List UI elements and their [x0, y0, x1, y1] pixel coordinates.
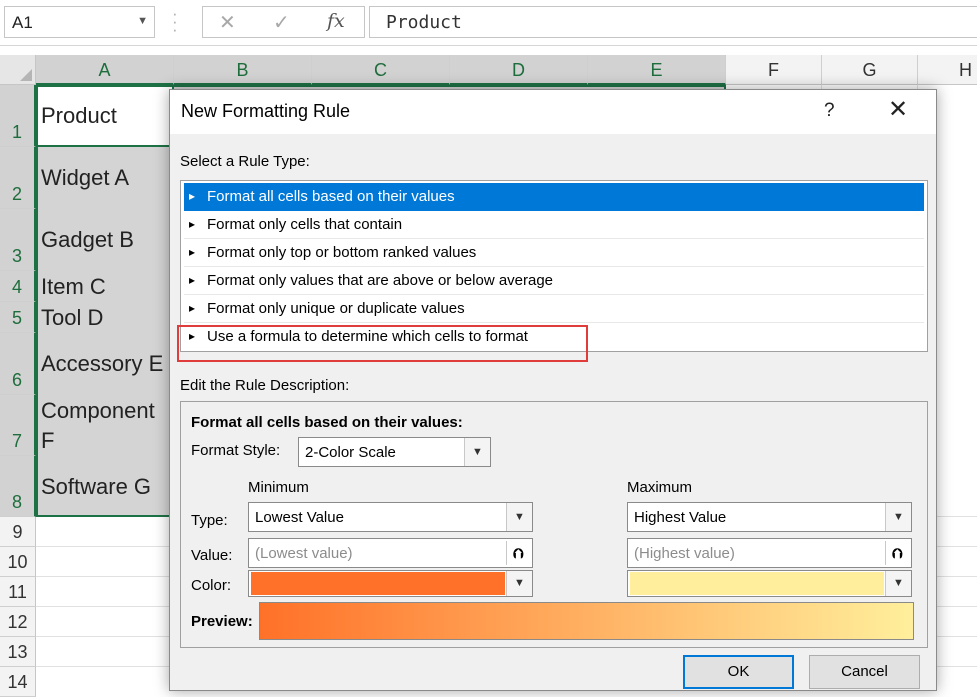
color-label: Color: — [191, 577, 232, 594]
chevron-down-icon[interactable]: ▼ — [885, 571, 911, 596]
name-box[interactable]: A1 ▼ — [4, 6, 155, 38]
row-header-8[interactable]: 8 — [0, 456, 36, 517]
select-all-corner[interactable] — [0, 55, 36, 85]
arrow-icon: ▸ — [189, 301, 196, 315]
rule-type-label: Select a Rule Type: — [180, 153, 310, 170]
row-header-9[interactable]: 9 — [0, 517, 36, 547]
enter-icon[interactable]: ✓ — [273, 10, 290, 35]
max-value-input[interactable]: (Highest value) ⮉ — [627, 538, 912, 568]
formula-input[interactable]: Product — [369, 6, 977, 38]
cell-a2[interactable]: Widget A — [41, 163, 129, 193]
row-header-1[interactable]: 1 — [0, 85, 36, 147]
arrow-icon: ▸ — [189, 245, 196, 259]
formula-value: Product — [386, 12, 462, 33]
row-header-10[interactable]: 10 — [0, 547, 36, 577]
row-header-3[interactable]: 3 — [0, 209, 36, 271]
maximum-header: Maximum — [627, 479, 693, 496]
chevron-down-icon[interactable]: ▼ — [506, 571, 532, 596]
cell-a7-line2[interactable]: F — [41, 426, 54, 456]
cell-a3[interactable]: Gadget B — [41, 225, 134, 255]
formula-buttons: ✕ ✓ fx — [202, 6, 365, 38]
value-label: Value: — [191, 547, 233, 564]
chevron-down-icon[interactable]: ▼ — [464, 438, 490, 466]
collapse-dialog-icon[interactable]: ⮉ — [885, 541, 909, 565]
format-style-select[interactable]: 2-Color Scale ▼ — [298, 437, 491, 467]
rule-type-item[interactable]: ▸ Format all cells based on their values — [184, 183, 924, 211]
description-title: Format all cells based on their values: — [191, 414, 463, 431]
cell-a6[interactable]: Accessory E — [41, 349, 163, 379]
name-box-value: A1 — [12, 13, 33, 32]
row-header-2[interactable]: 2 — [0, 147, 36, 209]
format-style-label: Format Style: — [191, 442, 281, 459]
max-color-picker[interactable]: ▼ — [627, 570, 912, 597]
highlight-annotation — [177, 325, 588, 362]
min-value-input[interactable]: (Lowest value) ⮉ — [248, 538, 533, 568]
rule-type-item[interactable]: ▸ Format only top or bottom ranked value… — [184, 239, 924, 267]
row-header-13[interactable]: 13 — [0, 637, 36, 667]
row-header-12[interactable]: 12 — [0, 607, 36, 637]
cell-a5[interactable]: Tool D — [41, 303, 103, 333]
collapse-dialog-icon[interactable]: ⮉ — [506, 541, 530, 565]
ok-button[interactable]: OK — [683, 655, 794, 689]
rule-type-item[interactable]: ▸ Format only cells that contain — [184, 211, 924, 239]
help-button[interactable]: ? — [824, 100, 835, 122]
row-header-7[interactable]: 7 — [0, 395, 36, 456]
arrow-icon: ▸ — [189, 217, 196, 231]
vertical-dots-icon: · · · — [172, 4, 178, 39]
column-header-f[interactable]: F — [726, 55, 822, 85]
column-header-g[interactable]: G — [822, 55, 918, 85]
row-header-14[interactable]: 14 — [0, 667, 36, 697]
cell-a1[interactable]: Product — [41, 101, 117, 131]
column-header-b[interactable]: B — [174, 55, 312, 85]
arrow-icon: ▸ — [189, 273, 196, 287]
edit-rule-label: Edit the Rule Description: — [180, 377, 350, 394]
minimum-header: Minimum — [248, 479, 309, 496]
cell-a7-line1[interactable]: Component — [41, 396, 155, 426]
cell-a4[interactable]: Item C — [41, 272, 106, 302]
column-header-a[interactable]: A — [36, 55, 174, 85]
min-color-picker[interactable]: ▼ — [248, 570, 533, 597]
column-header-h[interactable]: H — [918, 55, 977, 85]
max-color-swatch — [630, 572, 884, 595]
cancel-button[interactable]: Cancel — [809, 655, 920, 689]
row-header-4[interactable]: 4 — [0, 271, 36, 302]
arrow-icon: ▸ — [189, 189, 196, 203]
cancel-icon[interactable]: ✕ — [219, 10, 236, 35]
cell-a8[interactable]: Software G — [41, 472, 151, 502]
row-header-5[interactable]: 5 — [0, 302, 36, 333]
column-header-c[interactable]: C — [312, 55, 450, 85]
insert-function-icon[interactable]: fx — [327, 10, 345, 32]
dialog-title: New Formatting Rule — [181, 101, 351, 121]
chevron-down-icon[interactable]: ▼ — [506, 503, 532, 531]
column-header-d[interactable]: D — [450, 55, 588, 85]
chevron-down-icon[interactable]: ▼ — [885, 503, 911, 531]
rule-type-item[interactable]: ▸ Format only values that are above or b… — [184, 267, 924, 295]
preview-gradient — [259, 602, 914, 640]
rule-description-panel: Format all cells based on their values: … — [180, 401, 928, 648]
chevron-down-icon[interactable]: ▼ — [137, 15, 148, 27]
type-label: Type: — [191, 512, 228, 529]
row-header-11[interactable]: 11 — [0, 577, 36, 607]
new-formatting-rule-dialog: New Formatting Rule ? ✕ Select a Rule Ty… — [169, 89, 937, 691]
dialog-title-bar: New Formatting Rule ? ✕ — [170, 90, 936, 134]
column-header-e[interactable]: E — [588, 55, 726, 85]
formula-bar: A1 ▼ · · · ✕ ✓ fx Product — [0, 0, 977, 46]
close-button[interactable]: ✕ — [888, 95, 908, 124]
row-header-6[interactable]: 6 — [0, 333, 36, 395]
rule-type-item[interactable]: ▸ Format only unique or duplicate values — [184, 295, 924, 323]
min-type-select[interactable]: Lowest Value ▼ — [248, 502, 533, 532]
max-type-select[interactable]: Highest Value ▼ — [627, 502, 912, 532]
preview-label: Preview: — [191, 613, 253, 630]
min-color-swatch — [251, 572, 505, 595]
